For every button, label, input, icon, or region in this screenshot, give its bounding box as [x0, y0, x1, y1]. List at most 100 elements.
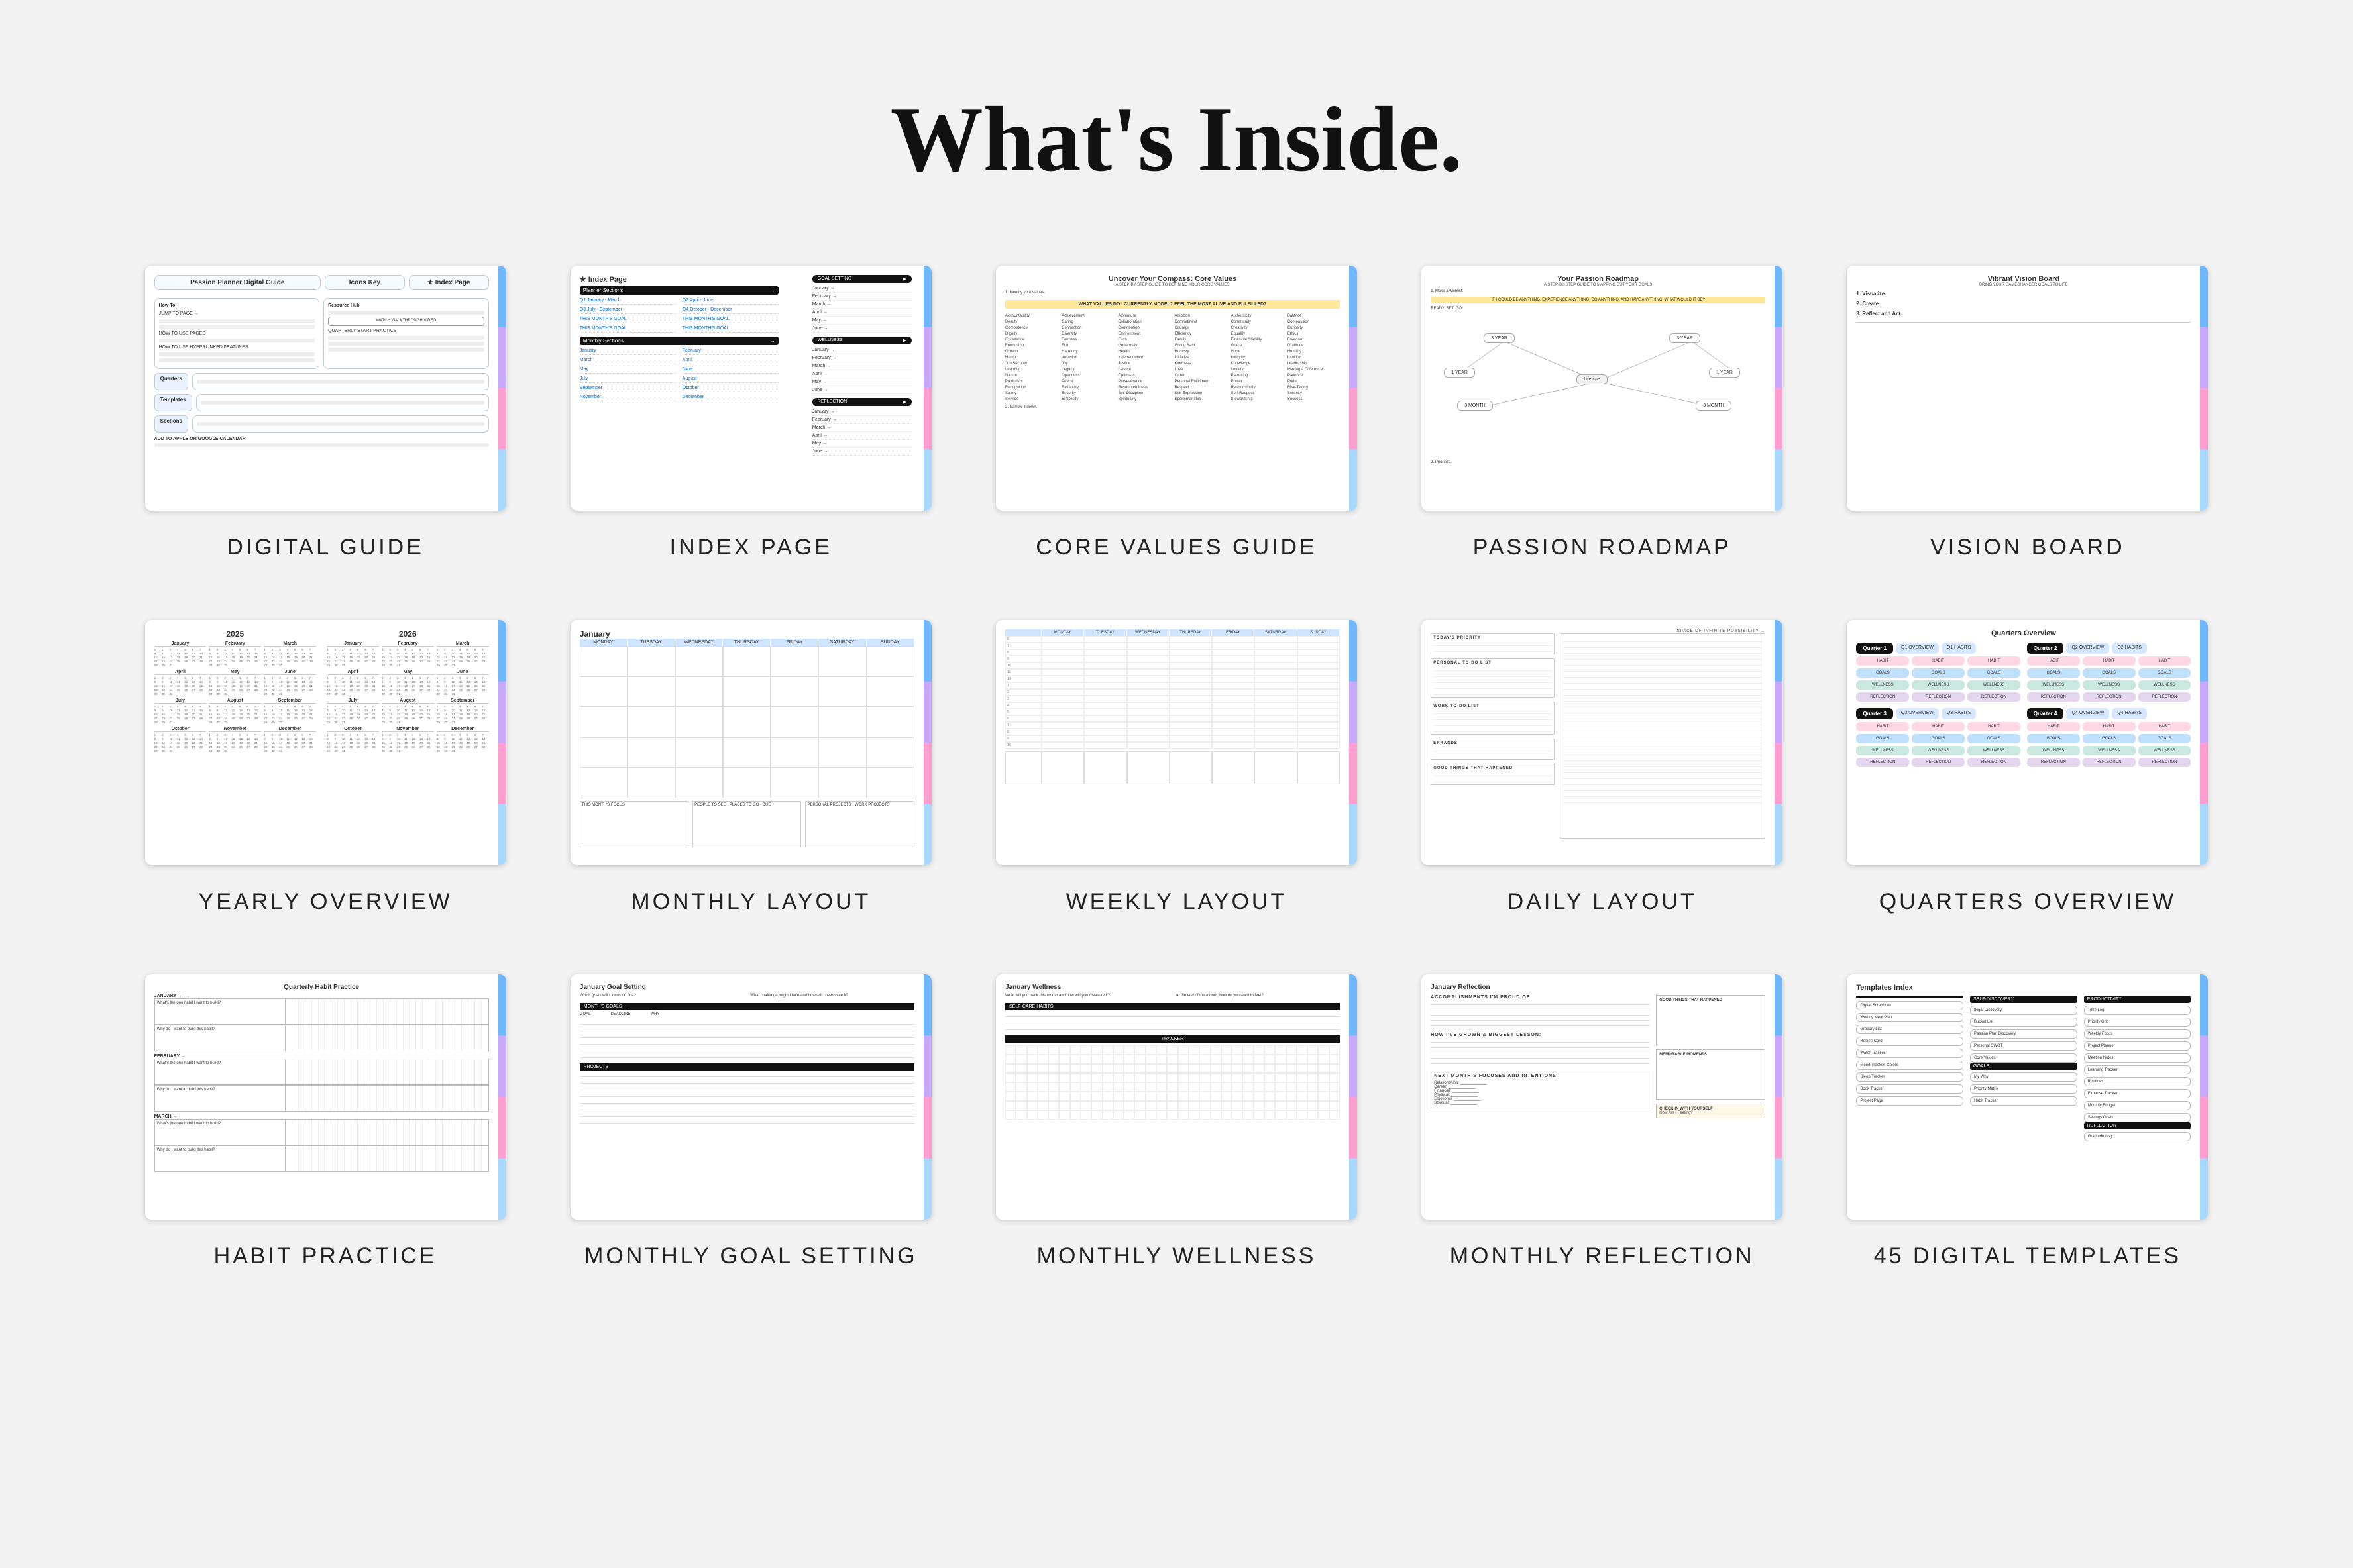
pr-title: Your Passion Roadmap [1431, 275, 1765, 283]
gs-bar1: MONTH'S GOALS [580, 1003, 914, 1010]
pr-n6: 3 MONTH [1696, 401, 1731, 411]
cell-yearly: 2025January12345678910111213141516171819… [133, 620, 518, 915]
thumb-quarters[interactable]: Quarters Overview Quarter 1Q1 OVERVIEWQ1… [1847, 620, 2208, 865]
gs-q2: What challenge might I face and how will… [750, 994, 914, 998]
thumb-reflection[interactable]: January Reflection ACCOMPLISHMENTS I'M P… [1421, 974, 1782, 1220]
yo-y2: 2026 [327, 629, 489, 639]
hp-title: Quarterly Habit Practice [154, 984, 489, 991]
vb-s3: 3. Reflect and Act. [1856, 311, 1902, 317]
dg-title: Passion Planner Digital Guide [158, 279, 317, 286]
vb-s2: 2. Create. [1856, 301, 1880, 307]
pr-n0: Lifetime [1576, 374, 1608, 384]
dg-s: Sections [154, 415, 188, 433]
thumb-vision[interactable]: Vibrant Vision Board BRING YOUR GAMECHAN… [1847, 266, 2208, 511]
ml-people: PEOPLE TO SEE · PLACES TO GO · DUE [692, 801, 801, 847]
label-index-page: INDEX PAGE [670, 535, 832, 560]
cell-digital-guide: Passion Planner Digital Guide Icons Key … [133, 266, 518, 560]
label-weekly: WEEKLY LAYOUT [1066, 889, 1287, 915]
pr-lines [1431, 315, 1765, 462]
mr-a: ACCOMPLISHMENTS I'M PROUD OF: [1431, 995, 1649, 1000]
dg-howto-h: How To: [159, 303, 177, 308]
pr-sub: A STEP-BY-STEP GUIDE TO MAPPING OUT YOUR… [1431, 283, 1765, 287]
label-daily: DAILY LAYOUT [1507, 889, 1697, 915]
thumbnail-grid: Passion Planner Digital Guide Icons Key … [133, 266, 2220, 1269]
dg-icons: Icons Key [329, 279, 401, 286]
cell-reflection: January Reflection ACCOMPLISHMENTS I'M P… [1409, 974, 1795, 1269]
mr-title: January Reflection [1431, 984, 1765, 991]
cell-habit: Quarterly Habit Practice JANUARY →What's… [133, 974, 518, 1269]
gs-h1: DEADLINE [610, 1012, 630, 1016]
page-title: What's Inside. [133, 86, 2220, 193]
gs-q1: Which goals will I focus on first? [580, 994, 744, 998]
label-vision: VISION BOARD [1930, 535, 2125, 560]
vb-sub: BRING YOUR GAMECHANGER GOALS TO LIFE [1856, 283, 2191, 287]
cv-s2: 2. Narrow it down. [1005, 405, 1340, 409]
mw-title: January Wellness [1005, 984, 1340, 991]
cell-index-page: ★ Index Page Planner Sections→ Q1 Januar… [558, 266, 944, 560]
mw-q1: What will you track this month and how w… [1005, 994, 1170, 998]
thumb-index-page[interactable]: ★ Index Page Planner Sections→ Q1 Januar… [571, 266, 932, 511]
gs-bar2: PROJECTS [580, 1063, 914, 1071]
mr-b: HOW I'VE GROWN & BIGGEST LESSON: [1431, 1033, 1649, 1037]
gs-h2: WHY [650, 1012, 659, 1016]
pr-s1: 1. Make a wishlist. [1431, 289, 1765, 293]
thumb-habit[interactable]: Quarterly Habit Practice JANUARY →What's… [145, 974, 506, 1220]
label-quarters: QUARTERS OVERVIEW [1879, 889, 2176, 915]
tp-title: Templates Index [1856, 984, 2191, 992]
dg-use: HOW TO USE PAGES [159, 331, 315, 337]
dg-start: QUARTERLY START PRACTICE [328, 328, 484, 334]
ml-focus: THIS MONTH'S FOCUS [580, 801, 688, 847]
ip-sec0: Planner Sections [583, 287, 623, 293]
pr-n2: 1 YEAR [1444, 368, 1475, 378]
pr-ready: READY. SET. GO! [1431, 307, 1765, 311]
label-reflection: MONTHLY REFLECTION [1450, 1243, 1755, 1269]
label-digital-guide: DIGITAL GUIDE [227, 535, 424, 560]
cv-sub: A STEP-BY-STEP GUIDE TO DEFINING YOUR CO… [1005, 283, 1340, 287]
mr-c: NEXT MONTH'S FOCUSES AND INTENTIONS [1434, 1074, 1646, 1078]
mw-bar1: SELF-CARE HABITS [1005, 1003, 1340, 1010]
vb-title: Vibrant Vision Board [1856, 275, 2191, 283]
label-monthly-layout: MONTHLY LAYOUT [631, 889, 871, 915]
qo-title: Quarters Overview [1856, 629, 2191, 637]
yo-y1: 2025 [154, 629, 317, 639]
dg-q: Quarters [154, 373, 188, 390]
thumb-roadmap[interactable]: Your Passion Roadmap A STEP-BY-STEP GUID… [1421, 266, 1782, 511]
label-wellness: MONTHLY WELLNESS [1037, 1243, 1317, 1269]
thumb-yearly[interactable]: 2025January12345678910111213141516171819… [145, 620, 506, 865]
thumb-daily[interactable]: SPACE OF INFINITE POSSIBILITY → TODAY'S … [1421, 620, 1782, 865]
label-yearly: YEARLY OVERVIEW [199, 889, 453, 915]
vb-canvas [1856, 322, 2191, 474]
mw-bar2: TRACKER [1005, 1035, 1340, 1043]
cell-vision: Vibrant Vision Board BRING YOUR GAMECHAN… [1835, 266, 2220, 560]
thumb-core-values[interactable]: Uncover Your Compass: Core Values A STEP… [996, 266, 1357, 511]
ml-month: January [580, 629, 610, 639]
cell-monthly-layout: January MONDAYTUESDAYWEDNESDAYTHURSDAYFR… [558, 620, 944, 915]
pr-n4: 3 YEAR [1669, 333, 1700, 343]
cv-s1: 1. Identify your values. [1005, 291, 1340, 295]
label-templates: 45 DIGITAL TEMPLATES [1874, 1243, 2181, 1269]
dg-hyper: HOW TO USE HYPERLINKED FEATURES [159, 344, 315, 350]
label-roadmap: PASSION ROADMAP [1473, 535, 1731, 560]
ip-w: WELLNESS [818, 338, 843, 343]
thumb-monthly-layout[interactable]: January MONDAYTUESDAYWEDNESDAYTHURSDAYFR… [571, 620, 932, 865]
ip-sec1: Monthly Sections [583, 338, 624, 344]
dg-cal: ADD TO APPLE OR GOOGLE CALENDAR [154, 437, 489, 441]
cell-quarters: Quarters Overview Quarter 1Q1 OVERVIEWQ1… [1835, 620, 2220, 915]
vb-s1: 1. Visualize. [1856, 291, 1886, 297]
cell-goal-setting: January Goal Setting Which goals will I … [558, 974, 944, 1269]
pr-n1: 3 YEAR [1484, 333, 1515, 343]
thumb-wellness[interactable]: January Wellness What will you track thi… [996, 974, 1357, 1220]
label-core-values: CORE VALUES GUIDE [1036, 535, 1317, 560]
cell-roadmap: Your Passion Roadmap A STEP-BY-STEP GUID… [1409, 266, 1795, 560]
thumb-templates[interactable]: Templates Index Digital ScrapbookWeekly … [1847, 974, 2208, 1220]
thumb-weekly[interactable]: MONDAYTUESDAYWEDNESDAYTHURSDAYFRIDAYSATU… [996, 620, 1357, 865]
cell-daily: SPACE OF INFINITE POSSIBILITY → TODAY'S … [1409, 620, 1795, 915]
dg-index: ★ Index Page [413, 279, 485, 286]
cell-templates: Templates Index Digital ScrapbookWeekly … [1835, 974, 2220, 1269]
thumb-digital-guide[interactable]: Passion Planner Digital Guide Icons Key … [145, 266, 506, 511]
mr-r3s: How Am I Feeling? [1659, 1111, 1762, 1115]
label-habit: HABIT PRACTICE [214, 1243, 437, 1269]
dg-jump: JUMP TO PAGE → [159, 311, 315, 317]
thumb-goal-setting[interactable]: January Goal Setting Which goals will I … [571, 974, 932, 1220]
pr-map: Lifetime 3 YEAR 1 YEAR 3 MONTH 3 YEAR 1 … [1431, 315, 1765, 460]
